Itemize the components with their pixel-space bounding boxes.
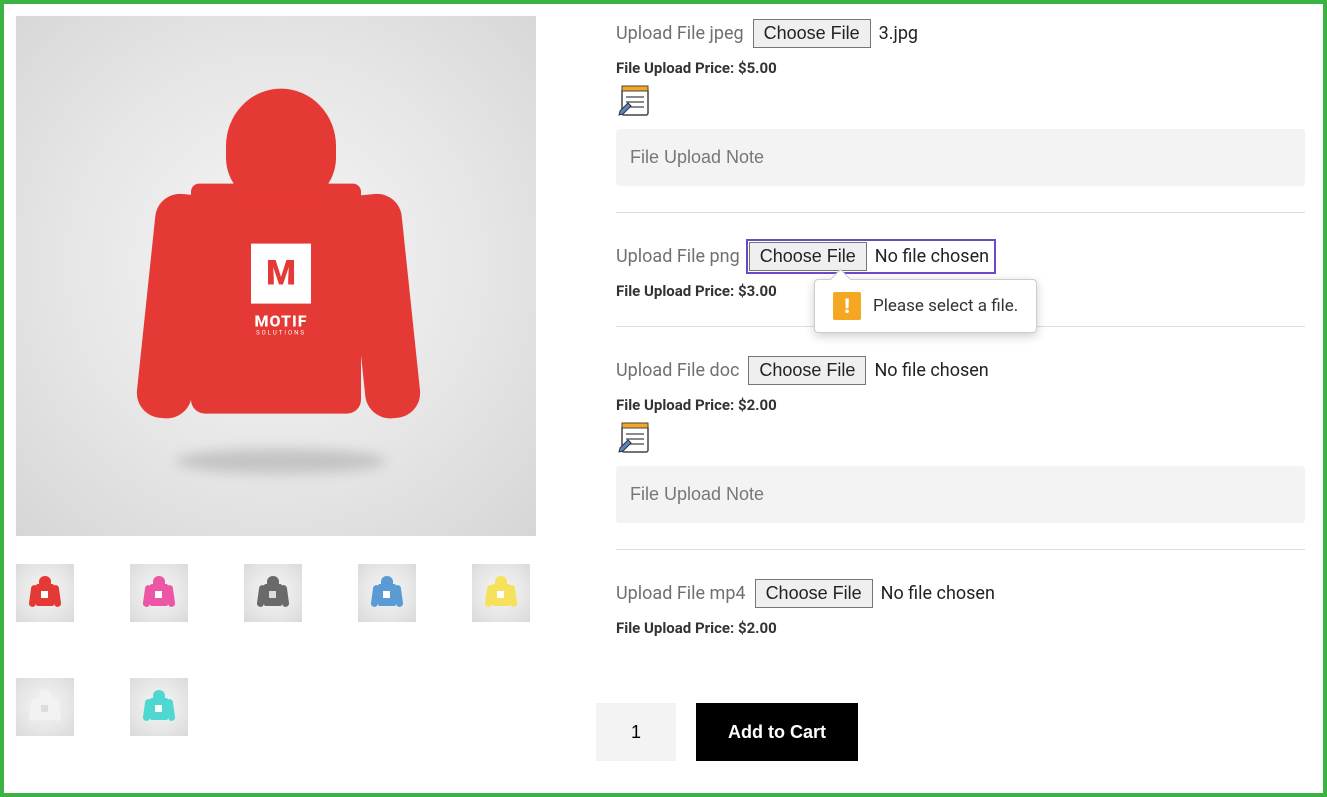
validation-tooltip: ! Please select a file. (814, 279, 1037, 333)
thumbnail-blue[interactable] (358, 564, 416, 622)
file-status-mp4: No file chosen (877, 583, 999, 604)
file-status-doc: No file chosen (870, 360, 992, 381)
upload-doc-note-input[interactable] (616, 466, 1305, 523)
thumbnail-grey[interactable] (244, 564, 302, 622)
choose-file-doc-button[interactable]: Choose File (748, 356, 866, 385)
upload-mp4-label: Upload File mp4 (616, 583, 746, 604)
upload-doc-block: Upload File doc Choose File No file chos… (616, 353, 1305, 550)
upload-jpeg-price: File Upload Price: $5.00 (616, 59, 1305, 77)
thumbnail-white[interactable] (16, 678, 74, 736)
choose-file-jpeg-button[interactable]: Choose File (753, 19, 871, 48)
thumbnail-red[interactable] (16, 564, 74, 622)
product-thumbnails (16, 564, 536, 736)
notepad-icon (616, 420, 652, 456)
product-logo-text: MOTIF (231, 312, 331, 331)
upload-jpeg-note-input[interactable] (616, 129, 1305, 186)
product-logo-icon: M (251, 244, 311, 304)
upload-png-block: Upload File png Choose File No file chos… (616, 239, 1305, 327)
thumbnail-yellow[interactable] (472, 564, 530, 622)
thumbnail-pink[interactable] (130, 564, 188, 622)
quantity-input[interactable] (596, 703, 676, 761)
product-logo-sub: SOLUTIONS (231, 330, 331, 337)
thumbnail-teal[interactable] (130, 678, 188, 736)
upload-jpeg-label: Upload File jpeg (616, 23, 744, 44)
file-status-png: No file chosen (871, 246, 993, 267)
upload-mp4-price: File Upload Price: $2.00 (616, 619, 1305, 637)
upload-png-label: Upload File png (616, 246, 740, 267)
upload-mp4-block: Upload File mp4 Choose File No file chos… (616, 576, 1305, 663)
upload-jpeg-block: Upload File jpeg Choose File 3.jpg File … (616, 16, 1305, 213)
warning-icon: ! (833, 292, 861, 320)
tooltip-text: Please select a file. (873, 296, 1018, 316)
choose-file-mp4-button[interactable]: Choose File (755, 579, 873, 608)
choose-file-png-button[interactable]: Choose File (749, 242, 867, 271)
upload-doc-price: File Upload Price: $2.00 (616, 396, 1305, 414)
upload-doc-label: Upload File doc (616, 360, 739, 381)
product-main-image[interactable]: M MOTIF SOLUTIONS (16, 16, 536, 536)
add-to-cart-button[interactable]: Add to Cart (696, 703, 858, 761)
file-status-jpeg: 3.jpg (875, 23, 922, 44)
notepad-icon (616, 83, 652, 119)
